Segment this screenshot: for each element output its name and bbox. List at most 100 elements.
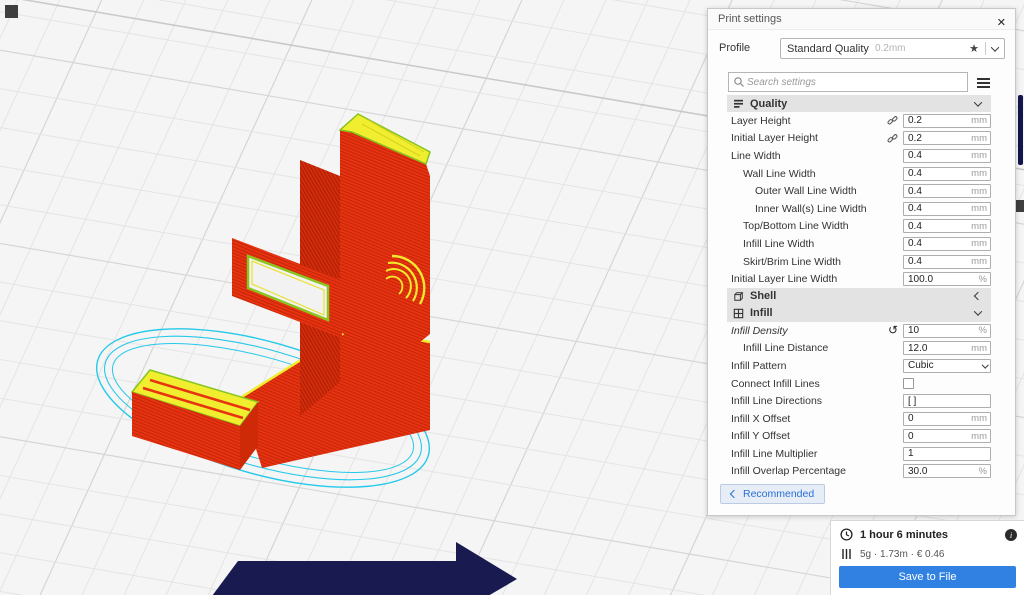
skirt-brim-line-width-field: mm xyxy=(903,254,991,269)
unit-label: mm xyxy=(971,220,987,232)
panel-title: Print settings xyxy=(718,13,782,25)
layer-height-field: mm xyxy=(903,113,991,128)
revert-icon[interactable]: ↺ xyxy=(888,323,898,337)
setting-row-infill-y-offset: Infill Y Offset mm xyxy=(727,428,991,446)
section-header-infill[interactable]: Infill xyxy=(727,304,991,322)
unit-label: mm xyxy=(971,185,987,197)
section-label: Infill xyxy=(750,307,773,320)
profile-label: Profile xyxy=(719,42,751,54)
setting-label: Infill Line Directions xyxy=(731,395,823,408)
setting-row-wall-line-width: Wall Line Width mm xyxy=(727,165,991,183)
setting-row-skirt-brim-line-width: Skirt/Brim Line Width mm xyxy=(727,253,991,271)
setting-label: Line Width xyxy=(731,149,781,162)
print-settings-panel: Print settings ✕ Profile Standard Qualit… xyxy=(707,8,1016,516)
inner-wall-s-line-width-field: mm xyxy=(903,201,991,216)
connect-infill-lines-checkbox[interactable] xyxy=(903,377,914,389)
search-input[interactable] xyxy=(745,76,963,88)
setting-row-infill-line-distance: Infill Line Distance mm xyxy=(727,340,991,358)
setting-row-layer-height: Layer Height mm xyxy=(727,112,991,130)
infill-line-multiplier-field xyxy=(903,446,991,461)
setting-label: Infill Density xyxy=(731,324,788,337)
infill-density-field: % xyxy=(903,323,991,338)
infill-line-distance-field: mm xyxy=(903,341,991,356)
chevron-left-icon xyxy=(729,489,739,499)
setting-row-infill-line-directions: Infill Line Directions xyxy=(727,392,991,410)
initial-layer-line-width-input[interactable] xyxy=(904,273,990,285)
unit-label: mm xyxy=(971,413,987,425)
infill-overlap-percentage-field: % xyxy=(903,464,991,479)
unit-label: % xyxy=(978,273,987,285)
setting-row-infill-x-offset: Infill X Offset mm xyxy=(727,410,991,428)
profile-dropdown[interactable]: Standard Quality 0.2mm ★ xyxy=(780,38,1005,59)
unit-label: mm xyxy=(971,256,987,268)
setting-label: Skirt/Brim Line Width xyxy=(743,255,842,268)
section-label: Shell xyxy=(750,290,777,303)
setting-label: Infill Overlap Percentage xyxy=(731,465,846,478)
setting-label: Infill Y Offset xyxy=(731,430,790,443)
wall-line-width-field: mm xyxy=(903,166,991,181)
info-icon[interactable]: i xyxy=(1005,528,1017,541)
link-icon xyxy=(887,133,898,144)
unit-label: mm xyxy=(971,115,987,127)
infill-line-directions-input[interactable] xyxy=(904,395,990,407)
print-summary-panel: 1 hour 6 minutes i 5g · 1.73m · € 0.46 S… xyxy=(830,520,1024,595)
infill-icon xyxy=(733,308,744,319)
unit-label: mm xyxy=(971,238,987,250)
unit-label: mm xyxy=(971,342,987,354)
setting-label: Infill Line Width xyxy=(743,237,815,250)
recommended-label: Recommended xyxy=(743,488,815,500)
scrollbar[interactable] xyxy=(1018,95,1023,165)
star-icon[interactable]: ★ xyxy=(969,42,979,55)
unit-label: % xyxy=(978,325,987,337)
profile-detail: 0.2mm xyxy=(874,43,906,54)
unit-label: mm xyxy=(971,203,987,215)
section-header-shell[interactable]: Shell xyxy=(727,287,991,305)
infill-line-multiplier-input[interactable] xyxy=(904,448,990,460)
setting-row-infill-line-width: Infill Line Width mm xyxy=(727,235,991,253)
setting-label: Wall Line Width xyxy=(743,167,816,180)
unit-label: mm xyxy=(971,430,987,442)
setting-row-outer-wall-line-width: Outer Wall Line Width mm xyxy=(727,182,991,200)
buildplate-corner-marker xyxy=(1016,200,1024,212)
infill-density-input[interactable] xyxy=(904,325,990,337)
line-width-field: mm xyxy=(903,148,991,163)
top-bottom-line-width-field: mm xyxy=(903,219,991,234)
shell-icon xyxy=(733,291,744,302)
infill-pattern-dropdown[interactable]: Cubic xyxy=(903,358,991,373)
material-icon xyxy=(842,549,851,559)
infill-y-offset-field: mm xyxy=(903,429,991,444)
chevron-down-icon xyxy=(990,42,1000,52)
setting-row-infill-pattern: Infill Pattern Cubic xyxy=(727,357,991,375)
setting-label: Initial Layer Height xyxy=(731,132,818,145)
profile-value: Standard Quality xyxy=(787,42,869,55)
chevron-left-icon xyxy=(973,292,983,301)
link-icon xyxy=(887,115,898,126)
print-time: 1 hour 6 minutes xyxy=(860,528,949,541)
infill-overlap-percentage-input[interactable] xyxy=(904,465,990,477)
setting-label: Layer Height xyxy=(731,114,791,127)
setting-label: Infill Line Multiplier xyxy=(731,447,818,460)
setting-row-initial-layer-height: Initial Layer Height mm xyxy=(727,130,991,148)
section-header-quality[interactable]: Quality xyxy=(727,95,991,112)
recommended-button[interactable]: Recommended xyxy=(720,484,826,504)
search-box[interactable] xyxy=(728,72,968,92)
save-to-file-button[interactable]: Save to File xyxy=(839,566,1016,588)
dropdown-value: Cubic xyxy=(908,360,934,372)
unit-label: mm xyxy=(971,168,987,180)
setting-row-inner-wall-s-line-width: Inner Wall(s) Line Width mm xyxy=(727,200,991,218)
setting-label: Inner Wall(s) Line Width xyxy=(755,202,867,215)
clock-icon xyxy=(840,528,853,541)
setting-row-top-bottom-line-width: Top/Bottom Line Width mm xyxy=(727,218,991,236)
infill-x-offset-field: mm xyxy=(903,411,991,426)
initial-layer-height-field: mm xyxy=(903,131,991,146)
settings-list: QualityLayer HeightmmInitial Layer Heigh… xyxy=(727,95,991,483)
setting-label: Outer Wall Line Width xyxy=(755,185,857,198)
close-icon[interactable]: ✕ xyxy=(997,13,1006,34)
buildplate-corner-marker xyxy=(5,5,18,18)
chevron-down-icon xyxy=(973,97,983,107)
setting-row-line-width: Line Width mm xyxy=(727,147,991,165)
menu-icon[interactable] xyxy=(977,76,991,90)
infill-line-directions-field xyxy=(903,394,991,409)
search-icon xyxy=(734,77,744,87)
outer-wall-line-width-field: mm xyxy=(903,184,991,199)
